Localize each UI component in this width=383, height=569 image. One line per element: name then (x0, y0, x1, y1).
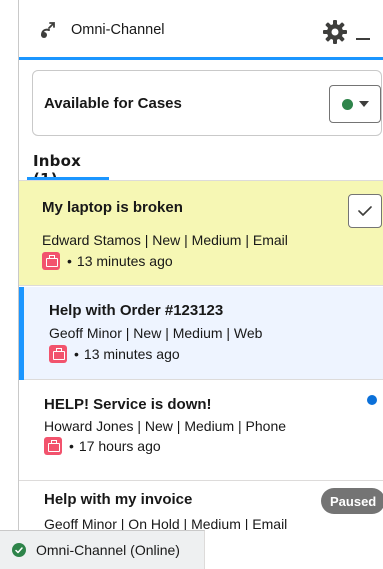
panel-header: Omni-Channel (19, 0, 383, 60)
work-item-details: Howard Jones | New | Medium | Phone (44, 418, 287, 434)
chevron-down-icon (358, 101, 369, 107)
minimize-icon[interactable] (356, 38, 370, 40)
selected-indicator (19, 287, 24, 380)
work-item-title: HELP! Service is down! (44, 396, 212, 413)
settings-gear-icon[interactable] (322, 19, 348, 45)
work-item-time: • 13 minutes ago (49, 345, 180, 363)
omni-channel-utility-item[interactable]: Omni-Channel (Online) (0, 530, 205, 569)
work-item-selected[interactable]: Help with Order #123123 Geoff Minor | Ne… (19, 287, 383, 380)
work-item-details: Geoff Minor | On Hold | Medium | Email (44, 516, 288, 530)
work-item-title: Help with my invoice (44, 491, 193, 508)
work-item-time: • 17 hours ago (44, 437, 161, 455)
case-icon (44, 437, 62, 455)
work-item-title: My laptop is broken (42, 199, 183, 216)
work-item-title: Help with Order #123123 (49, 302, 224, 319)
work-item[interactable]: HELP! Service is down! Howard Jones | Ne… (19, 381, 383, 481)
elapsed-time: 13 minutes ago (83, 346, 180, 362)
header-divider (19, 57, 383, 60)
presence-status-label: Available for Cases (44, 94, 182, 112)
separator-dot: • (74, 346, 79, 362)
work-item-details: Edward Stamos | New | Medium | Email (42, 232, 288, 248)
utility-item-label: Omni-Channel (Online) (36, 542, 180, 558)
presence-status-dropdown[interactable] (329, 85, 381, 123)
tab-inbox[interactable]: Inbox (1) (27, 150, 109, 188)
work-item-time: • 13 minutes ago (42, 252, 173, 270)
panel-title: Omni-Channel (71, 22, 165, 38)
checkmark-icon (358, 206, 372, 216)
separator-dot: • (69, 438, 74, 454)
accept-work-button[interactable] (348, 194, 382, 228)
elapsed-time: 13 minutes ago (76, 253, 173, 269)
separator-dot: • (67, 253, 72, 269)
online-status-dot-icon (341, 98, 353, 110)
case-icon (42, 252, 60, 270)
elapsed-time: 17 hours ago (78, 438, 161, 454)
omni-channel-icon (39, 21, 57, 39)
omni-channel-panel: Omni-Channel Available for Cases Inbox M… (18, 0, 383, 530)
work-item[interactable]: My laptop is broken Edward Stamos | New … (19, 181, 383, 286)
online-check-icon (12, 543, 26, 557)
case-icon (49, 345, 67, 363)
work-item[interactable]: Help with my invoice Paused Geoff Minor … (19, 482, 383, 530)
work-item-details: Geoff Minor | New | Medium | Web (49, 325, 263, 341)
paused-badge: Paused (321, 488, 383, 514)
presence-status-box: Available for Cases (32, 70, 382, 136)
unread-indicator-icon (367, 395, 377, 405)
